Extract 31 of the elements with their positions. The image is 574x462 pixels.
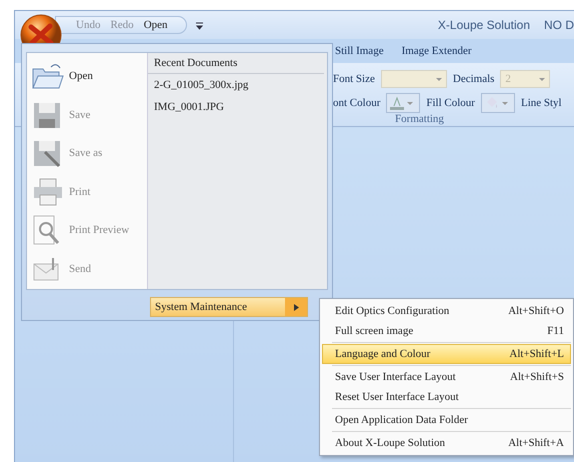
- window-title-suffix: NO D: [544, 18, 574, 32]
- field-label: Decimals: [452, 73, 494, 85]
- window-title: X-Loupe Solution: [438, 18, 530, 32]
- toolbar-button[interactable]: Open: [142, 19, 170, 31]
- color-picker-button[interactable]: [480, 93, 515, 113]
- menu-item[interactable]: Save User Interface Layout Alt+Shift+S: [322, 367, 571, 387]
- system-maintenance-button[interactable]: System Maintenance: [150, 297, 308, 317]
- menu-item[interactable]: Open Application Data Folder: [322, 410, 571, 430]
- color-picker-button[interactable]: [386, 93, 420, 113]
- recent-document-item[interactable]: 2-G_01005_300x.jpg: [148, 74, 327, 96]
- ribbon-tab[interactable]: Still Image: [335, 45, 384, 57]
- field-label: Font Size: [333, 73, 375, 85]
- field-label: Fill Colour: [426, 97, 475, 109]
- field-label: Line Styl: [520, 97, 562, 109]
- font-color-icon: [389, 96, 406, 110]
- group-label: Formatting: [394, 113, 445, 125]
- menu-item[interactable]: Open: [27, 57, 147, 96]
- menu-item[interactable]: Language and Colour Alt+Shift+L: [322, 344, 571, 364]
- menu-item[interactable]: About X-Loupe Solution Alt+Shift+A: [322, 433, 571, 453]
- recent-documents-heading: Recent Documents: [148, 53, 324, 74]
- recent-document-item[interactable]: IMG_0001.JPG: [148, 96, 327, 118]
- folder-icon: [31, 61, 65, 92]
- menu-item[interactable]: Reset User Interface Layout: [322, 387, 571, 407]
- customize-toolbar-icon[interactable]: [194, 20, 204, 30]
- printer-icon: [31, 176, 65, 207]
- menu-item[interactable]: Edit Optics Configuration Alt+Shift+O: [322, 301, 571, 321]
- menu-item[interactable]: Full screen image F11: [322, 321, 571, 341]
- field-label: ont Colour: [333, 97, 380, 109]
- dropdown-field[interactable]: [380, 70, 447, 88]
- ribbon-tab[interactable]: Image Extender: [402, 45, 472, 57]
- caret-icon: [294, 304, 298, 310]
